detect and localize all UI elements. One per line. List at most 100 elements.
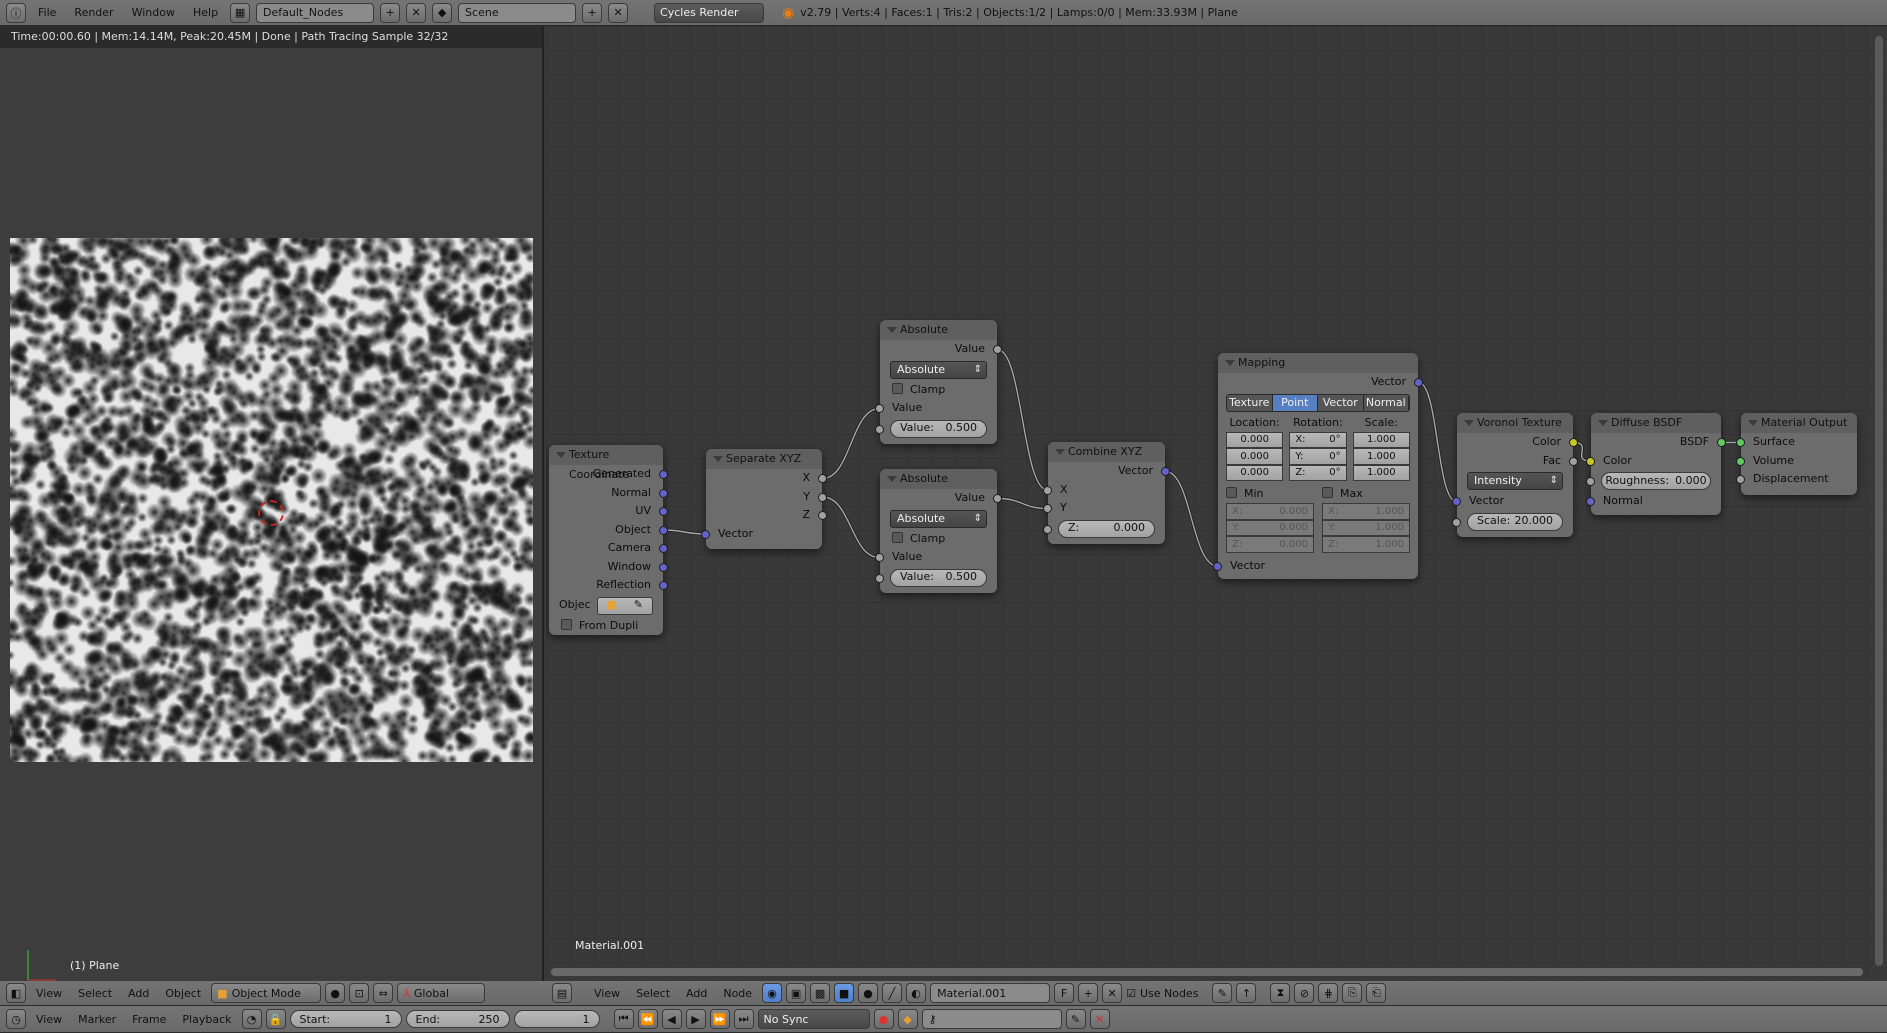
node-texture-coordinate[interactable]: Texture Coordinate Generated Normal UV O… <box>549 445 668 635</box>
socket-color[interactable] <box>1586 456 1595 466</box>
editor-type-icon[interactable]: ▤ <box>552 983 572 1003</box>
menu-view[interactable]: View <box>30 987 68 1000</box>
math-operation-dropdown[interactable]: Absolute <box>890 509 987 528</box>
scene-field[interactable]: Scene <box>458 2 577 23</box>
menu-render[interactable]: Render <box>68 6 119 19</box>
socket-z[interactable] <box>818 511 827 520</box>
menu-select[interactable]: Select <box>630 987 676 1000</box>
menu-help[interactable]: Help <box>187 6 224 19</box>
socket-volume[interactable] <box>1736 456 1745 466</box>
jump-keyframe-forward-icon[interactable]: ⏩ <box>709 1009 730 1029</box>
editor-type-icon[interactable]: ◷ <box>6 1009 26 1029</box>
coloring-dropdown[interactable]: Intensity <box>1467 472 1563 490</box>
menu-node[interactable]: Node <box>717 987 758 1000</box>
node-combine-xyz[interactable]: Combine XYZ Vector X Y Z: 0.000 <box>1043 442 1170 544</box>
value-field[interactable]: Value: 0.500 <box>890 568 987 587</box>
menu-view[interactable]: View <box>588 987 626 1000</box>
add-icon[interactable]: + <box>380 2 401 23</box>
socket-vector[interactable] <box>701 529 710 539</box>
socket-value-out[interactable] <box>993 345 1002 354</box>
menu-add[interactable]: Add <box>680 987 713 1000</box>
horizontal-scrollbar[interactable] <box>551 968 1863 976</box>
line-style-icon[interactable]: ╱ <box>882 983 903 1003</box>
jump-start-icon[interactable]: ⏮ <box>613 1009 634 1029</box>
start-frame-field[interactable]: Start: 1 <box>289 1010 402 1028</box>
node-mapping[interactable]: Mapping Vector Texture Point Vector Norm… <box>1213 353 1423 579</box>
screen-layout-icon[interactable]: ▦ <box>230 2 251 23</box>
socket-vector-out[interactable] <box>1161 467 1170 476</box>
scale-field[interactable]: Scale: 20.000 <box>1467 512 1563 531</box>
socket-normal[interactable] <box>1586 497 1595 506</box>
menu-add[interactable]: Add <box>122 987 155 1000</box>
shading-icon[interactable]: ● <box>325 983 346 1003</box>
compositing-nodes-icon[interactable]: ▣ <box>786 983 807 1003</box>
node-absolute-1[interactable]: Absolute Value Absolute Clamp Value Valu… <box>875 320 1002 444</box>
render-engine-dropdown[interactable]: Cycles Render <box>654 2 765 23</box>
socket-fac[interactable] <box>1569 456 1578 466</box>
vertical-scrollbar[interactable] <box>1875 36 1883 966</box>
menu-object[interactable]: Object <box>159 987 207 1000</box>
jump-keyframe-back-icon[interactable]: ⏪ <box>637 1009 658 1029</box>
use-nodes-checkbox[interactable]: ☑ <box>1126 987 1136 1000</box>
jump-end-icon[interactable]: ⏭ <box>733 1009 754 1029</box>
manipulator-icon[interactable]: ⇔ <box>373 983 394 1003</box>
add-icon[interactable]: + <box>1078 983 1099 1003</box>
3d-cursor[interactable] <box>258 500 284 526</box>
parent-node-icon[interactable]: ↑ <box>1236 983 1257 1003</box>
info-editor-icon[interactable]: ⓘ <box>6 2 26 23</box>
snap-element-icon[interactable]: ⊘ <box>1294 983 1315 1003</box>
object-picker[interactable]: ■ ✎ <box>596 596 653 615</box>
node-diffuse-bsdf[interactable]: Diffuse BSDF BSDF Color Roughness: 0.000 … <box>1586 413 1726 515</box>
sync-dropdown[interactable]: No Sync <box>757 1009 870 1029</box>
add-icon[interactable]: + <box>582 2 603 23</box>
socket-x[interactable] <box>818 474 827 483</box>
snap-mode-icon[interactable]: ⋕ <box>1318 983 1339 1003</box>
socket-value-in[interactable] <box>875 553 884 562</box>
menu-marker[interactable]: Marker <box>72 1013 122 1026</box>
socket-value-out[interactable] <box>993 494 1002 503</box>
math-operation-dropdown[interactable]: Absolute <box>890 360 987 379</box>
snap-icon[interactable]: ⧗ <box>1270 983 1291 1003</box>
preview-range-icon[interactable]: ◔ <box>241 1009 262 1029</box>
roughness-field[interactable]: Roughness: 0.000 <box>1601 472 1711 490</box>
node-voronoi-texture[interactable]: Voronoi Texture Color Fac Intensity Vect… <box>1452 413 1578 537</box>
backdrop-icon[interactable]: ✎ <box>1212 983 1233 1003</box>
pivot-icon[interactable]: ⊡ <box>349 983 370 1003</box>
socket-vector[interactable] <box>1452 497 1461 506</box>
world-shader-icon[interactable]: ● <box>858 983 879 1003</box>
z-field[interactable]: Z: 0.000 <box>1058 519 1155 538</box>
fake-user-button[interactable]: F <box>1054 983 1075 1003</box>
socket-y[interactable] <box>1043 504 1052 513</box>
menu-frame[interactable]: Frame <box>126 1013 172 1026</box>
menu-file[interactable]: File <box>32 6 62 19</box>
menu-playback[interactable]: Playback <box>176 1013 237 1026</box>
lock-icon[interactable]: 🔒 <box>265 1009 286 1029</box>
menu-window[interactable]: Window <box>126 6 181 19</box>
clamp-checkbox[interactable]: Clamp <box>880 381 997 400</box>
socket-displacement[interactable] <box>1736 475 1745 484</box>
keying-set-field[interactable]: ⚷ <box>921 1009 1062 1029</box>
socket-color[interactable] <box>1569 438 1578 447</box>
close-icon[interactable]: ✕ <box>1102 983 1123 1003</box>
record-icon[interactable]: ● <box>873 1009 894 1029</box>
copy-nodes-icon[interactable]: ⎘ <box>1342 983 1363 1003</box>
paste-nodes-icon[interactable]: ⎗ <box>1366 983 1387 1003</box>
close-icon[interactable]: ✕ <box>608 2 629 23</box>
socket-vector-in[interactable] <box>1213 561 1222 571</box>
keying-icon[interactable]: ◆ <box>897 1009 918 1029</box>
play-reverse-icon[interactable]: ◀ <box>661 1009 682 1029</box>
material-name-field[interactable]: Material.001 <box>930 983 1051 1003</box>
mode-dropdown[interactable]: ■ Object Mode <box>211 983 322 1003</box>
editor-type-icon[interactable]: ◧ <box>6 983 26 1003</box>
material-browse-icon[interactable]: ◐ <box>906 983 927 1003</box>
tab-texture[interactable]: Texture <box>1227 394 1273 411</box>
node-absolute-2[interactable]: Absolute Value Absolute Clamp Value Valu… <box>875 469 1002 593</box>
clamp-checkbox[interactable]: Clamp <box>880 530 997 549</box>
insert-keyframe-icon[interactable]: ✎ <box>1065 1009 1086 1029</box>
socket-value-in[interactable] <box>875 404 884 413</box>
menu-view[interactable]: View <box>30 1013 68 1026</box>
play-icon[interactable]: ▶ <box>685 1009 706 1029</box>
menu-select[interactable]: Select <box>72 987 118 1000</box>
end-frame-field[interactable]: End: 250 <box>405 1010 510 1028</box>
value-field[interactable]: Value: 0.500 <box>890 419 987 438</box>
